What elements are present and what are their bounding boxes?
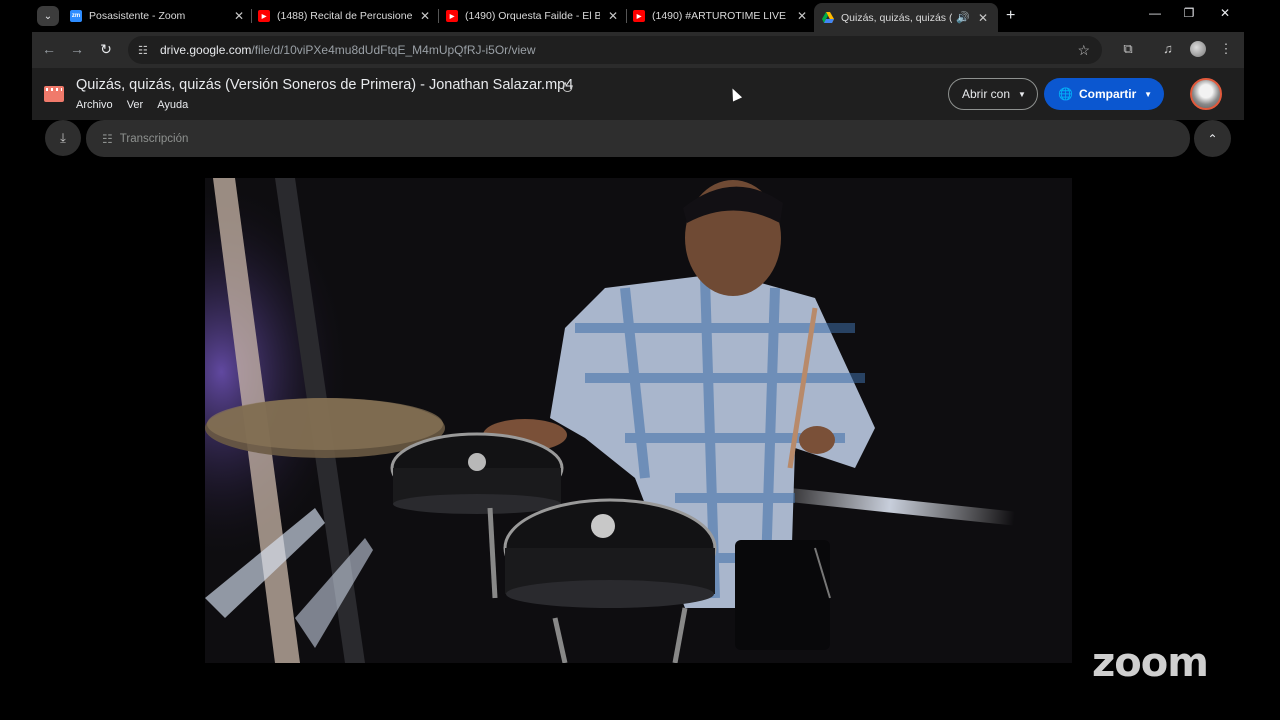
youtube-favicon-icon: ▶: [633, 10, 645, 22]
close-icon[interactable]: ✕: [606, 9, 620, 23]
address-bar[interactable]: ☷ drive.google.com/file/d/10viPXe4mu8dUd…: [128, 36, 1102, 64]
tab-drive-active[interactable]: Quizás, quizás, quizás (Versi 🔊 ✕: [814, 3, 998, 32]
tab-title: Posasistente - Zoom: [89, 10, 186, 22]
chevron-up-icon: ⌃: [1207, 131, 1218, 146]
close-icon[interactable]: ✕: [232, 9, 246, 23]
globe-icon: 🌐: [1058, 87, 1073, 101]
arrow-left-icon: ←: [42, 41, 56, 57]
menu-ayuda[interactable]: Ayuda: [157, 99, 188, 111]
share-button[interactable]: 🌐 Compartir ▼: [1044, 78, 1164, 110]
tab-divider: [626, 9, 627, 23]
video-file-icon: [44, 86, 64, 102]
new-tab-button[interactable]: +: [1006, 7, 1015, 25]
menu-archivo[interactable]: Archivo: [76, 99, 113, 111]
browser-toolbar: ← → ↻ ☷ drive.google.com/file/d/10viPXe4…: [32, 32, 1244, 68]
download-icon: ⤓: [60, 130, 66, 145]
plus-icon: +: [1006, 7, 1016, 24]
tab-title: (1490) Orquesta Failde - El Bod: [465, 10, 600, 22]
site-settings-icon[interactable]: ☷: [138, 44, 152, 57]
account-avatar[interactable]: [1190, 78, 1222, 110]
download-button[interactable]: ⤓: [45, 120, 81, 156]
back-button[interactable]: ←: [40, 41, 58, 57]
reload-button[interactable]: ↻: [97, 41, 115, 58]
zoom-favicon-icon: zm: [70, 10, 82, 22]
tab-search-button[interactable]: ⌄: [37, 6, 59, 26]
url-host: drive.google.com: [160, 43, 252, 57]
open-with-label: Abrir con: [962, 87, 1011, 101]
close-window-button[interactable]: ✕: [1215, 6, 1235, 20]
collapse-button[interactable]: ⌃: [1194, 120, 1231, 157]
tab-youtube-orquesta[interactable]: ▶ (1490) Orquesta Failde - El Bod ✕: [446, 3, 620, 29]
minimize-button[interactable]: —: [1145, 6, 1165, 20]
close-icon[interactable]: ✕: [976, 11, 990, 25]
tab-title: (1488) Recital de Percusiones/B: [277, 10, 412, 22]
reload-icon: ↻: [100, 41, 112, 57]
caret-down-icon[interactable]: ▼: [1144, 90, 1152, 99]
drive-menu-bar: Archivo Ver Ayuda: [76, 99, 188, 111]
close-icon[interactable]: ✕: [795, 9, 809, 23]
tab-divider: [438, 9, 439, 23]
tab-youtube-recital[interactable]: ▶ (1488) Recital de Percusiones/B ✕: [258, 3, 432, 29]
restore-button[interactable]: ❐: [1179, 6, 1199, 20]
url-text: drive.google.com/file/d/10viPXe4mu8dUdFt…: [160, 43, 536, 57]
profile-avatar[interactable]: [1190, 41, 1206, 57]
bookmark-star-icon[interactable]: ☆: [1077, 42, 1090, 59]
add-shortcut-icon[interactable]: ⭮: [562, 78, 573, 100]
transcript-bar[interactable]: ☷ Transcripción: [86, 120, 1190, 157]
close-icon[interactable]: ✕: [418, 9, 432, 23]
tab-title: (1490) #ARTUROTIME LIVE FUN: [652, 10, 789, 22]
open-with-button[interactable]: Abrir con ▼: [948, 78, 1038, 110]
video-frame: [205, 178, 1072, 663]
arrow-right-icon: →: [70, 41, 84, 57]
chevron-down-icon: ⌄: [43, 10, 53, 22]
kebab-menu-icon[interactable]: ⋮: [1217, 41, 1235, 57]
video-player[interactable]: [205, 178, 1072, 663]
media-controls-icon[interactable]: ♫: [1159, 41, 1177, 56]
caret-down-icon: ▼: [1018, 89, 1026, 99]
google-drive-favicon-icon: [822, 12, 834, 24]
tab-title: Quizás, quizás, quizás (Versi: [841, 11, 953, 24]
transcript-icon: ☷: [102, 131, 113, 146]
screen: ⌄ zm Posasistente - Zoom ✕ ▶ (1488) Reci…: [0, 0, 1280, 720]
drive-header: Quizás, quizás, quizás (Versión Soneros …: [32, 68, 1244, 120]
tab-divider: [251, 9, 252, 23]
tab-strip: ⌄ zm Posasistente - Zoom ✕ ▶ (1488) Reci…: [0, 0, 1280, 32]
youtube-favicon-icon: ▶: [446, 10, 458, 22]
tab-zoom[interactable]: zm Posasistente - Zoom ✕: [70, 3, 246, 29]
extensions-icon[interactable]: ⧉: [1119, 41, 1137, 57]
url-path: /file/d/10viPXe4mu8dUdFtqE_M4mUpQfRJ-i5O…: [251, 43, 536, 57]
file-title: Quizás, quizás, quizás (Versión Soneros …: [76, 77, 574, 93]
share-label: Compartir: [1078, 87, 1137, 101]
tab-youtube-arturotime[interactable]: ▶ (1490) #ARTUROTIME LIVE FUN ✕: [633, 3, 809, 29]
zoom-watermark: zoom: [1092, 640, 1209, 686]
youtube-favicon-icon: ▶: [258, 10, 270, 22]
forward-button[interactable]: →: [68, 41, 86, 57]
transcript-label: Transcripción: [119, 132, 189, 145]
menu-ver[interactable]: Ver: [127, 99, 144, 111]
speaker-icon[interactable]: 🔊: [956, 11, 970, 24]
